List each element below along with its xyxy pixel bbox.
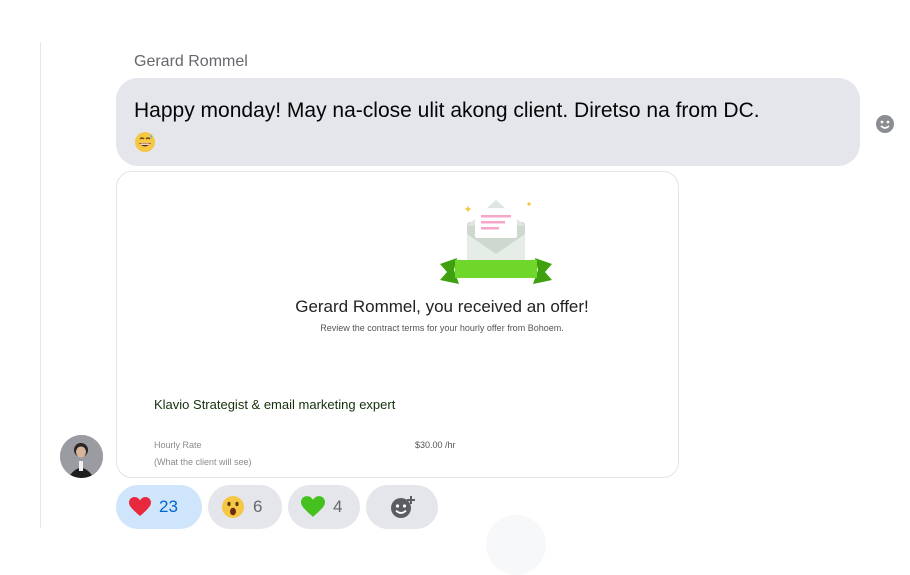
avatar[interactable] [60, 435, 103, 478]
reaction-count: 6 [253, 497, 263, 516]
reaction-surprised-chip[interactable]: 6 [208, 485, 282, 529]
reaction-green-heart-chip[interactable]: 4 [288, 485, 360, 529]
offer-title: Gerard Rommel, you received an offer! [295, 297, 589, 316]
envelope-ribbon-icon [437, 196, 555, 297]
hourly-rate-value: $30.00 /hr [415, 440, 456, 450]
job-title: Klavio Strategist & email marketing expe… [154, 397, 396, 412]
message-bubble[interactable]: Happy monday! May na-close ulit akong cl… [116, 78, 860, 166]
reaction-count: 4 [333, 497, 343, 516]
green-heart-icon [301, 496, 325, 518]
reaction-count: 23 [159, 497, 178, 516]
reaction-heart-chip[interactable]: 23 [116, 485, 202, 529]
sender-name: Gerard Rommel [134, 53, 248, 70]
thread-divider [40, 42, 41, 528]
add-reaction-icon [390, 494, 418, 520]
message-text: Happy monday! May na-close ulit akong cl… [134, 99, 760, 122]
surprised-face-icon [221, 495, 245, 519]
scroll-button-shadow [486, 515, 546, 575]
grinning-sweat-emoji-icon [134, 130, 156, 152]
hourly-rate-note: (What the client will see) [154, 457, 252, 467]
add-reaction-icon[interactable] [874, 110, 900, 141]
offer-subtitle: Review the contract terms for your hourl… [320, 323, 564, 333]
add-reaction-button[interactable] [366, 485, 438, 529]
heart-icon [129, 497, 151, 517]
hourly-rate-label: Hourly Rate [154, 440, 202, 450]
